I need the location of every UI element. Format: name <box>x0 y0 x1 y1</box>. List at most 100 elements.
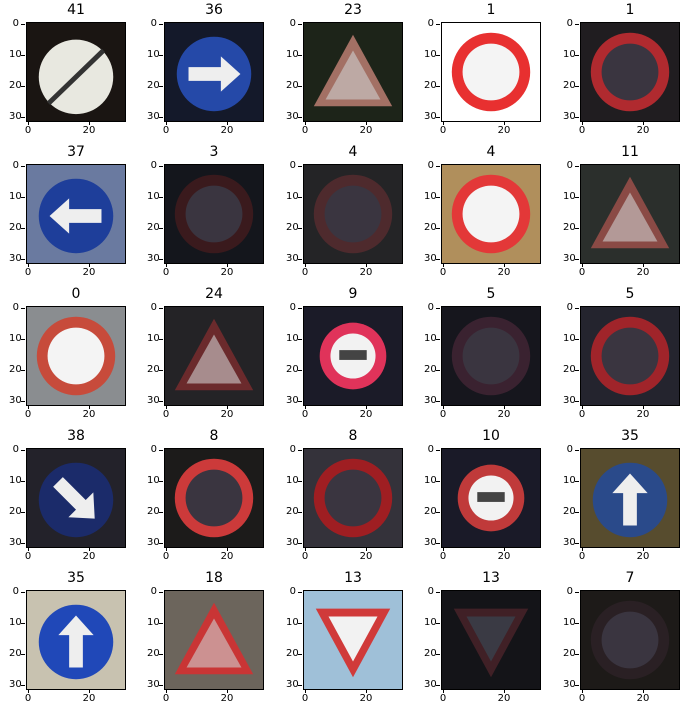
sign-panel: 8 0 10 20 30 0 20 <box>147 428 264 568</box>
y-tick-label: 30 <box>563 537 579 548</box>
sign-image <box>164 164 264 264</box>
sign-graphic <box>27 165 125 263</box>
x-tick-label: 0 <box>572 263 592 278</box>
x-tick-label: 0 <box>156 547 176 562</box>
y-tick-label: 30 <box>286 679 302 690</box>
x-tick-label: 20 <box>79 121 99 136</box>
panel-title: 38 <box>67 428 85 444</box>
y-tick-label: 20 <box>9 648 25 659</box>
x-tick-label: 0 <box>156 689 176 704</box>
y-tick-label: 10 <box>286 333 302 344</box>
panel-title: 37 <box>67 144 85 160</box>
panel-title: 18 <box>205 570 223 586</box>
y-tick-label: 0 <box>424 19 440 29</box>
sign-graphic <box>165 449 263 547</box>
sign-image <box>26 22 126 122</box>
y-tick-label: 0 <box>286 303 302 313</box>
sign-image <box>164 448 264 548</box>
y-tick-label: 20 <box>147 80 163 91</box>
x-tick-label: 0 <box>18 405 38 420</box>
y-tick-label: 20 <box>563 364 579 375</box>
y-tick-label: 20 <box>424 648 440 659</box>
panel-title: 10 <box>482 428 500 444</box>
sign-panel: 8 0 10 20 30 0 20 <box>286 428 403 568</box>
sign-panel: 13 0 10 20 30 0 20 <box>286 570 403 710</box>
x-tick-label: 20 <box>494 689 514 704</box>
x-tick-label: 0 <box>572 689 592 704</box>
y-tick-label: 30 <box>424 395 440 406</box>
sign-graphic <box>581 165 679 263</box>
x-tick-label: 0 <box>433 121 453 136</box>
x-tick-label: 20 <box>217 121 237 136</box>
sign-panel: 1 0 10 20 30 0 20 <box>563 2 680 142</box>
sign-graphic <box>304 307 402 405</box>
y-tick-label: 10 <box>9 191 25 202</box>
y-tick-label: 30 <box>286 537 302 548</box>
y-tick-label: 30 <box>424 253 440 264</box>
x-tick-label: 0 <box>572 405 592 420</box>
y-tick-label: 20 <box>286 506 302 517</box>
sign-image <box>441 448 541 548</box>
x-tick-label: 20 <box>633 405 653 420</box>
y-tick-label: 10 <box>563 333 579 344</box>
x-tick-label: 0 <box>572 121 592 136</box>
y-tick-label: 0 <box>563 445 579 455</box>
y-tick-label: 10 <box>9 333 25 344</box>
sign-image <box>26 590 126 690</box>
x-tick-label: 20 <box>633 263 653 278</box>
y-tick-label: 30 <box>286 111 302 122</box>
sign-graphic <box>27 23 125 121</box>
sign-graphic <box>442 23 540 121</box>
sign-image <box>303 590 403 690</box>
panel-title: 35 <box>67 570 85 586</box>
y-tick-label: 30 <box>424 111 440 122</box>
y-tick-label: 0 <box>424 303 440 313</box>
y-tick-label: 20 <box>286 222 302 233</box>
y-tick-label: 20 <box>424 80 440 91</box>
x-tick-label: 0 <box>18 121 38 136</box>
sign-graphic <box>581 307 679 405</box>
x-tick-label: 0 <box>295 547 315 562</box>
x-tick-label: 20 <box>79 689 99 704</box>
y-tick-label: 10 <box>563 617 579 628</box>
y-tick-label: 10 <box>563 191 579 202</box>
panel-title: 13 <box>344 570 362 586</box>
sign-panel: 23 0 10 20 30 0 20 <box>286 2 403 142</box>
x-tick-label: 20 <box>356 263 376 278</box>
sign-image <box>303 164 403 264</box>
panel-title: 1 <box>486 2 496 18</box>
sign-panel: 5 0 10 20 30 0 20 <box>424 286 541 426</box>
sign-graphic <box>27 449 125 547</box>
sign-graphic <box>27 591 125 689</box>
y-tick-label: 30 <box>147 537 163 548</box>
sign-panel: 36 0 10 20 30 0 20 <box>147 2 264 142</box>
sign-panel: 7 0 10 20 30 0 20 <box>563 570 680 710</box>
x-tick-label: 20 <box>356 689 376 704</box>
y-tick-label: 0 <box>147 587 163 597</box>
y-tick-label: 0 <box>9 161 25 171</box>
y-tick-label: 30 <box>563 253 579 264</box>
y-tick-label: 20 <box>9 222 25 233</box>
y-tick-label: 0 <box>424 161 440 171</box>
y-tick-label: 30 <box>286 395 302 406</box>
panel-title: 8 <box>209 428 219 444</box>
x-tick-label: 0 <box>433 547 453 562</box>
panel-title: 3 <box>209 144 219 160</box>
y-tick-label: 10 <box>424 475 440 486</box>
sign-panel: 38 0 10 20 30 0 20 <box>9 428 126 568</box>
sign-panel: 35 0 10 20 30 0 20 <box>563 428 680 568</box>
y-tick-label: 10 <box>147 333 163 344</box>
y-tick-label: 30 <box>147 253 163 264</box>
y-tick-label: 20 <box>147 506 163 517</box>
panel-title: 23 <box>344 2 362 18</box>
sign-image <box>164 590 264 690</box>
sign-panel: 13 0 10 20 30 0 20 <box>424 570 541 710</box>
y-tick-label: 10 <box>147 49 163 60</box>
sign-graphic <box>304 23 402 121</box>
x-tick-label: 20 <box>494 121 514 136</box>
sign-image <box>303 448 403 548</box>
y-tick-label: 30 <box>147 395 163 406</box>
y-tick-label: 0 <box>147 445 163 455</box>
x-tick-label: 0 <box>295 121 315 136</box>
sign-image <box>303 22 403 122</box>
